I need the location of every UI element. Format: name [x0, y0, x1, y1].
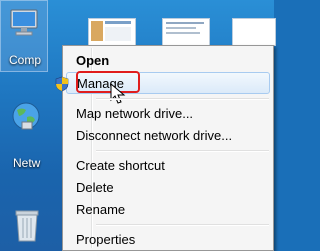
menu-item-label: Create shortcut	[76, 158, 165, 173]
highlight-annotation	[76, 71, 140, 93]
window-thumbnail[interactable]	[88, 18, 136, 46]
mouse-cursor-icon	[110, 83, 126, 104]
menu-item-label: Map network drive...	[76, 106, 194, 121]
network-icon-label: Netw	[13, 156, 41, 170]
menu-separator	[96, 224, 269, 226]
menu-item-label: Disconnect network drive...	[76, 128, 233, 143]
network-icon	[12, 102, 40, 130]
menu-item-delete[interactable]: Delete	[66, 177, 270, 199]
menu-item-label: Open	[76, 53, 110, 68]
menu-item-create-shortcut[interactable]: Create shortcut	[66, 155, 270, 177]
menu-item-properties[interactable]: Properties	[66, 229, 270, 251]
menu-item-label: Delete	[76, 180, 114, 195]
menu-separator	[96, 150, 269, 152]
menu-item-disconnect-network-drive[interactable]: Disconnect network drive...	[66, 125, 270, 147]
computer-icon	[10, 9, 38, 36]
menu-separator	[96, 98, 269, 100]
desktop: Comp Netw Open Manage Map network drive.…	[0, 0, 276, 251]
menu-item-label: Rename	[76, 202, 126, 217]
menu-item-rename[interactable]: Rename	[66, 199, 270, 221]
menu-item-label: Properties	[76, 232, 136, 247]
computer-icon-label: Comp	[9, 53, 42, 67]
menu-item-open[interactable]: Open	[66, 50, 270, 72]
menu-item-map-network-drive[interactable]: Map network drive...	[66, 103, 270, 125]
computer-desktop-icon[interactable]: Comp	[0, 0, 48, 72]
uac-shield-icon	[55, 76, 69, 92]
window-thumbnail[interactable]	[232, 18, 276, 46]
window-thumbnail[interactable]	[162, 18, 210, 46]
context-menu: Open Manage Map network drive... Disconn…	[55, 45, 274, 251]
recycle-bin-icon[interactable]	[14, 208, 40, 242]
